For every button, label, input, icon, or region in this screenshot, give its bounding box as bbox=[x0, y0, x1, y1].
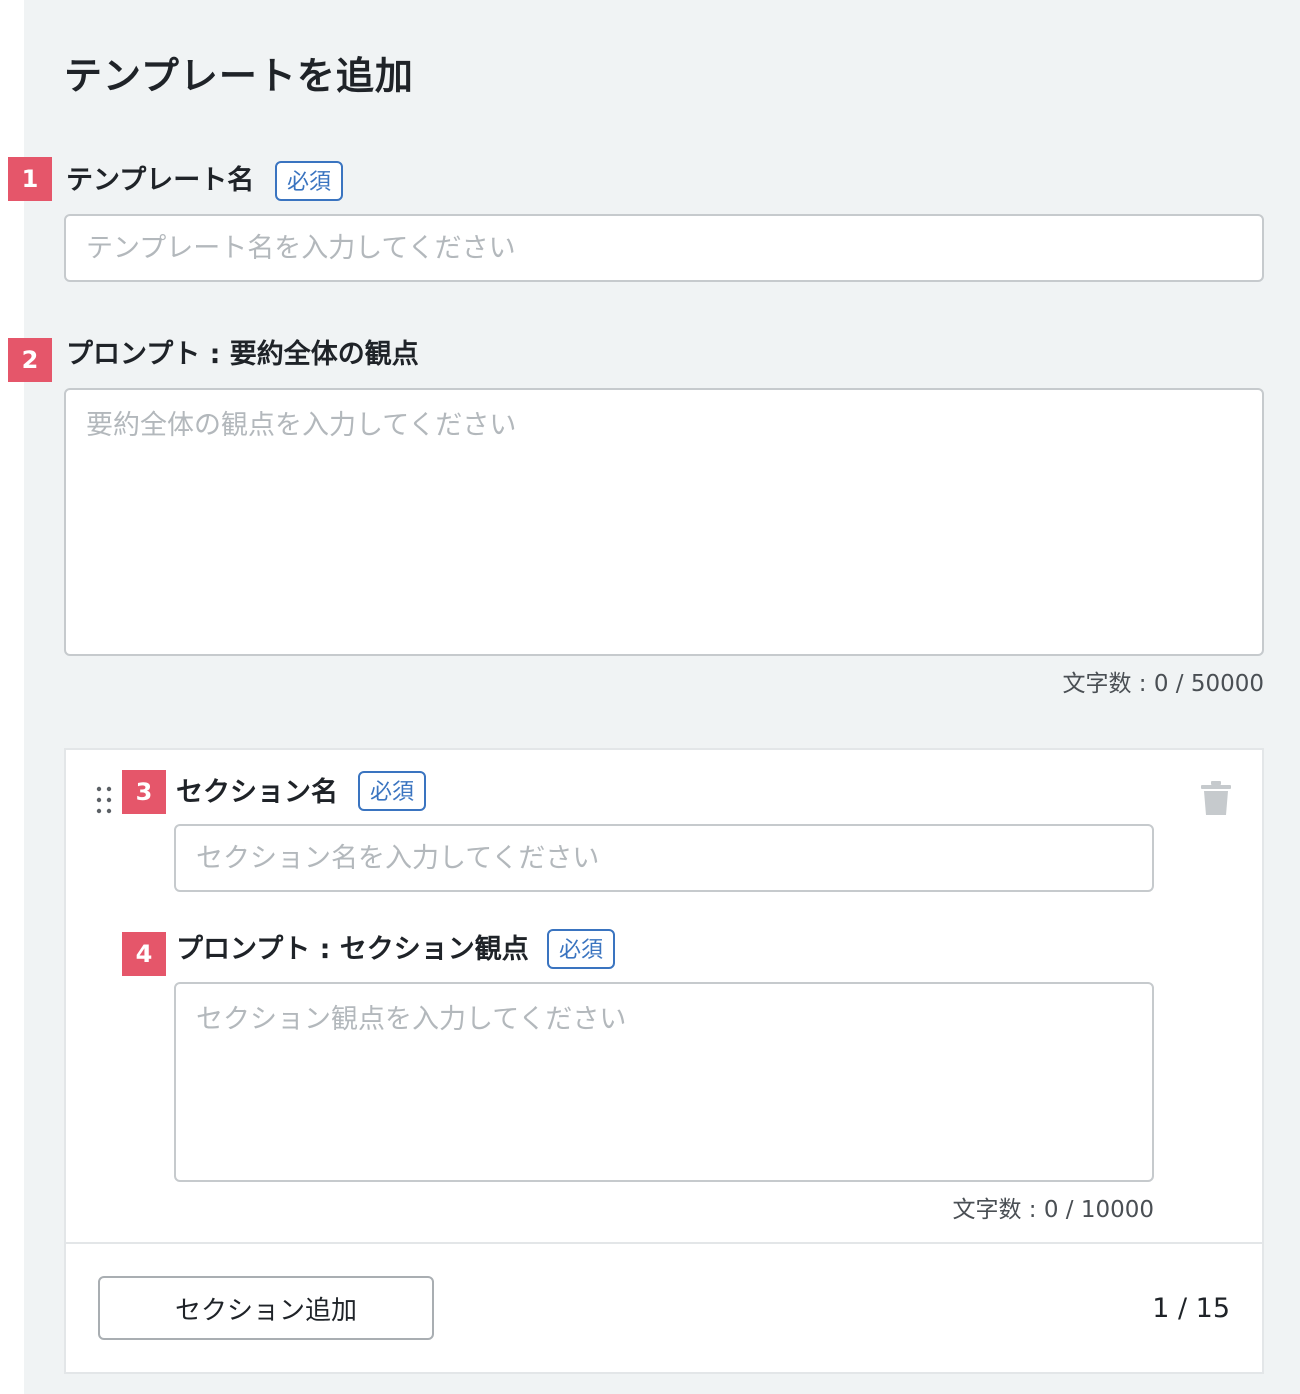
template-name-label: テンプレート名 bbox=[66, 165, 255, 196]
overall-prompt-char-count: 文字数 : 0 / 50000 bbox=[1062, 671, 1264, 697]
section-count: 1 / 15 bbox=[1152, 1293, 1230, 1324]
section-card: 3 セクション名 必須 4 プロンプト : セクション観点 必須 文字数 : 0… bbox=[64, 748, 1264, 1374]
overall-prompt-textarea[interactable] bbox=[64, 388, 1264, 656]
template-name-input[interactable] bbox=[64, 214, 1264, 282]
section-prompt-textarea[interactable] bbox=[174, 982, 1154, 1182]
section-prompt-label: プロンプト : セクション観点 bbox=[176, 934, 529, 965]
section-name-required-badge: 必須 bbox=[358, 771, 427, 811]
step-marker-3: 3 bbox=[122, 770, 166, 814]
card-divider bbox=[66, 1242, 1262, 1244]
drag-handle-icon[interactable] bbox=[96, 786, 112, 814]
section-name-input[interactable] bbox=[174, 824, 1154, 892]
page-title: テンプレートを追加 bbox=[64, 54, 414, 98]
trash-icon[interactable] bbox=[1200, 780, 1232, 816]
overall-prompt-label: プロンプト : 要約全体の観点 bbox=[66, 339, 419, 370]
step-marker-1: 1 bbox=[8, 157, 52, 201]
section-prompt-required-badge: 必須 bbox=[547, 929, 616, 969]
section-prompt-char-count: 文字数 : 0 / 10000 bbox=[952, 1197, 1154, 1223]
template-name-required-badge: 必須 bbox=[275, 161, 344, 201]
section-name-label: セクション名 bbox=[176, 777, 338, 808]
step-marker-4: 4 bbox=[122, 932, 166, 976]
step-marker-2: 2 bbox=[8, 338, 52, 382]
add-section-button[interactable]: セクション追加 bbox=[98, 1276, 434, 1340]
